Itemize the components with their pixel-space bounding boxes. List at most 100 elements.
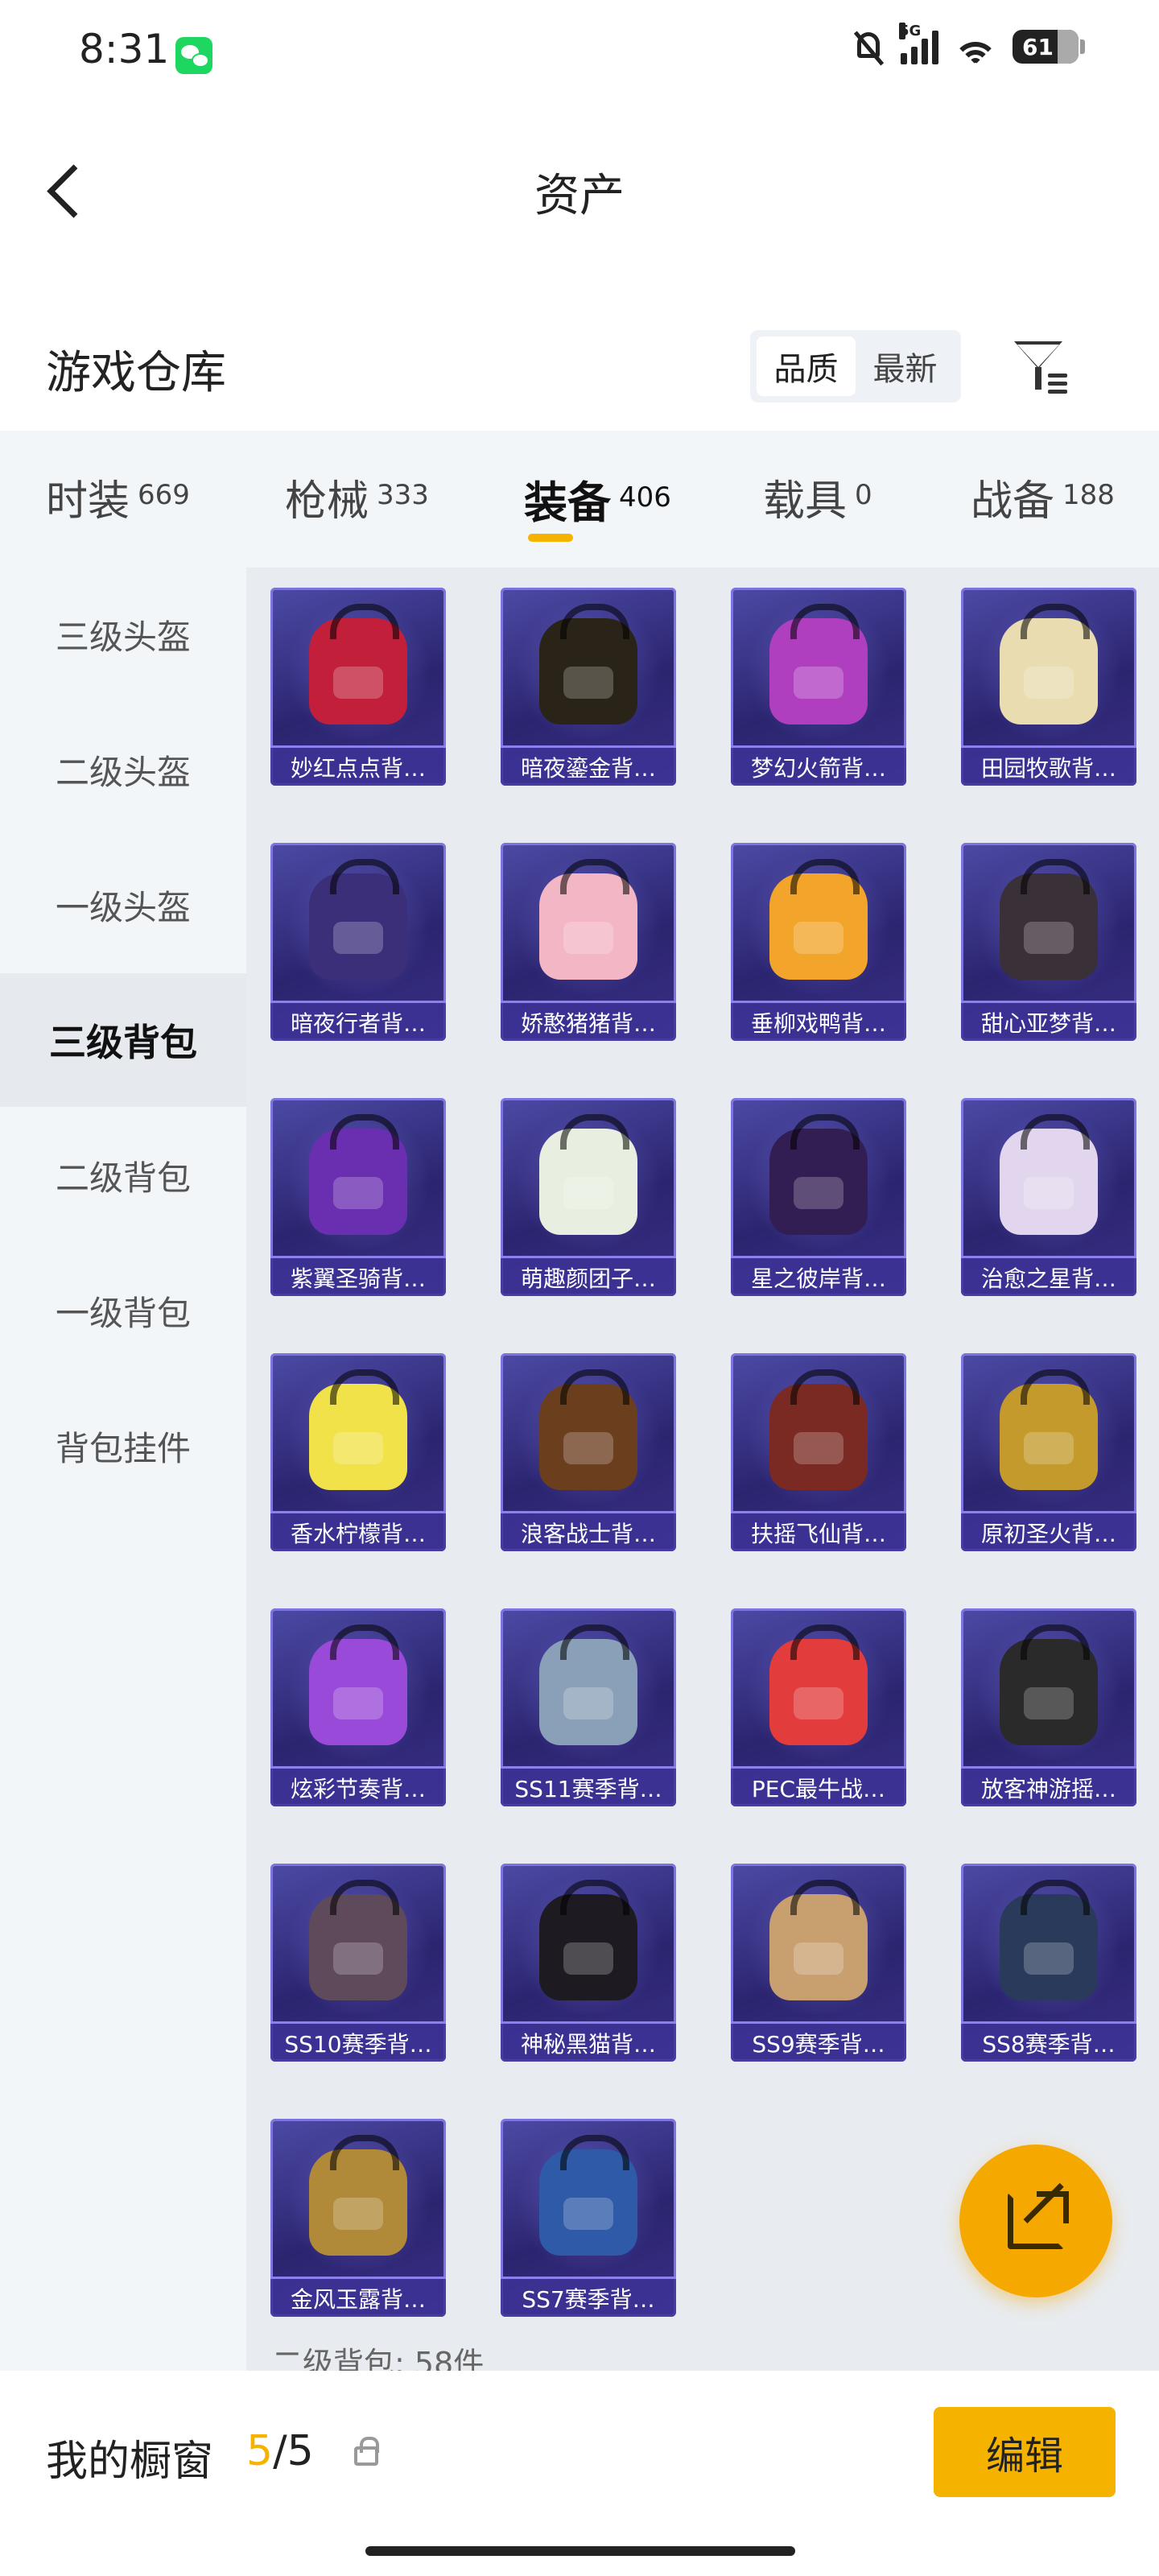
nav-bar: 资产: [0, 121, 1159, 258]
item-card[interactable]: SS11赛季背…: [501, 1608, 676, 1806]
item-card[interactable]: 暗夜行者背…: [270, 843, 446, 1041]
status-bar: 8:31 5G 61: [0, 0, 1159, 105]
wifi-icon: [953, 29, 998, 64]
showcase-total: /5: [273, 2427, 314, 2475]
item-card[interactable]: SS7赛季背…: [501, 2119, 676, 2317]
item-card[interactable]: 神秘黑猫背…: [501, 1864, 676, 2062]
item-card[interactable]: 垂柳戏鸭背…: [731, 843, 906, 1041]
signal-icon: 5G: [899, 23, 938, 64]
tab-equipment[interactable]: 装备 406: [524, 467, 671, 530]
item-card[interactable]: 暗夜鎏金背…: [501, 588, 676, 786]
warehouse-header: 游戏仓库 品质 最新: [0, 306, 1159, 427]
item-grid: 妙红点点背… 暗夜鎏金背… 梦幻火箭背… 田园牧歌背… 暗夜行者背… 娇憨猪猪背… 垂柳戏鸭…: [246, 568, 1159, 2371]
item-name: 治愈之星背…: [961, 1256, 1136, 1296]
tab-count: 406: [619, 481, 671, 514]
item-name: 暗夜行者背…: [270, 1001, 446, 1041]
sort-by-quality-button[interactable]: 品质: [757, 336, 856, 396]
item-card[interactable]: 梦幻火箭背…: [731, 588, 906, 786]
backpack-icon: [1000, 859, 1098, 980]
item-card[interactable]: 治愈之星背…: [961, 1098, 1136, 1296]
filter-icon[interactable]: [1011, 336, 1072, 398]
sidebar-item-backpack-charm[interactable]: 背包挂件: [0, 1379, 246, 1513]
backpack-icon: [769, 1369, 868, 1490]
share-button[interactable]: [959, 2145, 1112, 2297]
item-card[interactable]: 星之彼岸背…: [731, 1098, 906, 1296]
showcase-bar: 我的橱窗 5/5 编辑: [0, 2371, 1159, 2576]
tab-label: 载具: [763, 477, 848, 526]
backpack-icon: [1000, 1624, 1098, 1745]
home-indicator: [365, 2546, 795, 2556]
wechat-notification-icon: [175, 37, 212, 74]
backpack-icon: [539, 1369, 637, 1490]
sidebar: 三级头盔 二级头盔 一级头盔 三级背包 二级背包 一级背包 背包挂件: [0, 568, 246, 2371]
mute-icon: [851, 29, 886, 66]
item-name: 梦幻火箭背…: [731, 745, 906, 786]
item-card[interactable]: SS9赛季背…: [731, 1864, 906, 2062]
item-card[interactable]: 甜心亚梦背…: [961, 843, 1136, 1041]
backpack-icon: [769, 859, 868, 980]
tab-weapons[interactable]: 枪械 333: [285, 467, 429, 527]
item-name: 浪客战士背…: [501, 1511, 676, 1551]
backpack-icon: [1000, 1369, 1098, 1490]
sidebar-item-level3-backpack[interactable]: 三级背包: [0, 973, 246, 1107]
item-card[interactable]: 萌趣颜团子…: [501, 1098, 676, 1296]
item-name: 暗夜鎏金背…: [501, 745, 676, 786]
item-card[interactable]: 妙红点点背…: [270, 588, 446, 786]
item-name: 神秘黑猫背…: [501, 2021, 676, 2062]
backpack-icon: [309, 604, 407, 724]
item-card[interactable]: 紫翼圣骑背…: [270, 1098, 446, 1296]
item-name: SS11赛季背…: [501, 1766, 676, 1806]
item-card[interactable]: 扶摇飞仙背…: [731, 1353, 906, 1551]
backpack-icon: [309, 1369, 407, 1490]
item-name: 田园牧歌背…: [961, 745, 1136, 786]
backpack-icon: [1000, 1880, 1098, 2000]
edit-button[interactable]: 编辑: [934, 2407, 1116, 2497]
item-name: 妙红点点背…: [270, 745, 446, 786]
sidebar-item-level1-backpack[interactable]: 一级背包: [0, 1244, 246, 1377]
tab-label: 战备: [971, 477, 1055, 526]
tab-fashion[interactable]: 时装 669: [46, 467, 190, 527]
backpack-icon: [309, 2135, 407, 2256]
backpack-icon: [539, 1880, 637, 2000]
backpack-icon: [539, 1624, 637, 1745]
item-card[interactable]: 放客神游摇…: [961, 1608, 1136, 1806]
backpack-icon: [539, 859, 637, 980]
item-card[interactable]: 浪客战士背…: [501, 1353, 676, 1551]
item-name: SS10赛季背…: [270, 2021, 446, 2062]
item-card[interactable]: 原初圣火背…: [961, 1353, 1136, 1551]
item-card[interactable]: SS8赛季背…: [961, 1864, 1136, 2062]
active-tab-indicator: [528, 534, 573, 542]
item-card[interactable]: 炫彩节奏背…: [270, 1608, 446, 1806]
item-name: 放客神游摇…: [961, 1766, 1136, 1806]
item-name: SS7赛季背…: [501, 2277, 676, 2317]
list-footer: 二级背包: 58件: [272, 2346, 485, 2371]
backpack-icon: [769, 1880, 868, 2000]
tab-count: 188: [1062, 479, 1115, 511]
item-card[interactable]: 田园牧歌背…: [961, 588, 1136, 786]
tab-count: 669: [138, 479, 190, 511]
item-card[interactable]: SS10赛季背…: [270, 1864, 446, 2062]
sidebar-item-level1-helmet[interactable]: 一级头盔: [0, 838, 246, 972]
item-card[interactable]: 娇憨猪猪背…: [501, 843, 676, 1041]
item-card[interactable]: 金风玉露背…: [270, 2119, 446, 2317]
lock-icon: [354, 2437, 379, 2466]
item-card[interactable]: PEC最牛战…: [731, 1608, 906, 1806]
backpack-icon: [1000, 1114, 1098, 1235]
tab-label: 时装: [46, 477, 130, 526]
status-time: 8:31: [79, 26, 170, 72]
tab-supplies[interactable]: 战备 188: [971, 467, 1115, 527]
tab-vehicles[interactable]: 载具 0: [763, 467, 872, 527]
backpack-icon: [769, 1114, 868, 1235]
backpack-icon: [539, 604, 637, 724]
sort-by-newest-button[interactable]: 最新: [856, 336, 955, 396]
battery-level: 61: [1022, 33, 1054, 60]
status-icons: 5G 61: [851, 23, 1085, 66]
share-icon: [1008, 2193, 1064, 2249]
backpack-icon: [539, 1114, 637, 1235]
category-tabs: 时装 669 枪械 333 装备 406 载具 0 战备 188: [0, 431, 1159, 568]
item-name: 萌趣颜团子…: [501, 1256, 676, 1296]
item-card[interactable]: 香水柠檬背…: [270, 1353, 446, 1551]
sidebar-item-level3-helmet[interactable]: 三级头盔: [0, 568, 246, 701]
sidebar-item-level2-helmet[interactable]: 二级头盔: [0, 703, 246, 836]
sidebar-item-level2-backpack[interactable]: 二级背包: [0, 1108, 246, 1242]
